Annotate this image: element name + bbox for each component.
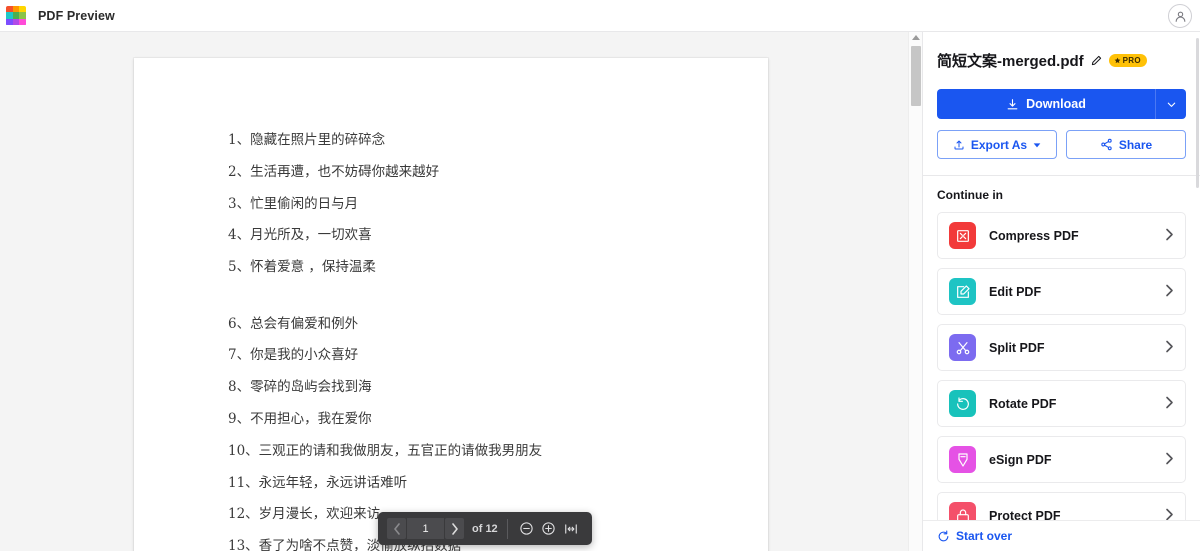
edit-pdf-icon	[949, 278, 976, 305]
tool-label: Split PDF	[989, 340, 1045, 355]
chevron-down-icon	[1167, 102, 1175, 107]
viewer-scrollbar[interactable]	[908, 32, 922, 551]
prev-page-button[interactable]	[387, 518, 406, 539]
tool-item-esign-pdf[interactable]: eSign PDF	[937, 436, 1186, 483]
pdf-text-line: 5、怀着爱意 ，保持温柔	[228, 259, 376, 276]
brand[interactable]: PDF Preview	[0, 5, 115, 26]
app-name: PDF Preview	[38, 8, 115, 23]
continue-in-label: Continue in	[937, 188, 1003, 202]
user-avatar-icon[interactable]	[1168, 4, 1192, 28]
start-over-link[interactable]: Start over	[956, 529, 1012, 543]
next-page-button[interactable]	[445, 518, 464, 539]
share-label: Share	[1118, 137, 1153, 152]
logo-cell	[12, 18, 20, 26]
scroll-up-arrow-icon[interactable]	[912, 35, 920, 40]
pdf-text-line: 9、不用担心，我在爱你	[228, 411, 372, 428]
pdf-text-line: 4、月光所及，一切欢喜	[228, 227, 372, 244]
pdf-text-line: 6、总会有偏爱和例外	[228, 315, 359, 332]
star-icon	[1114, 57, 1121, 64]
tool-label: eSign PDF	[989, 452, 1052, 467]
pencil-icon[interactable]	[1091, 55, 1102, 66]
tool-item-edit-pdf[interactable]: Edit PDF	[937, 268, 1186, 315]
zoom-out-icon	[520, 522, 533, 535]
top-bar: PDF Preview	[0, 0, 1200, 32]
download-options-button[interactable]	[1155, 89, 1186, 119]
pdf-text-line: 8、零碎的岛屿会找到海	[228, 379, 372, 396]
panel-header: 简短文案-merged.pdf PRO	[923, 32, 1200, 71]
zoom-in-icon	[542, 522, 555, 535]
panel-footer: Start over	[923, 520, 1200, 551]
compress-pdf-icon	[949, 222, 976, 249]
zoom-in-button[interactable]	[539, 519, 559, 539]
chevron-right-icon	[1165, 284, 1174, 300]
download-label: Download	[1026, 97, 1086, 111]
download-icon	[1007, 98, 1018, 109]
export-as-button[interactable]: Export As	[937, 130, 1057, 159]
pdf-text-line: 2、生活再遭，也不妨碍你越来越好	[228, 163, 440, 180]
scrollbar-thumb[interactable]	[911, 46, 921, 106]
avatar-glyph	[1175, 11, 1185, 22]
logo-cell	[19, 5, 26, 13]
tool-label: Compress PDF	[989, 228, 1079, 243]
pdf-text-line: 3、忙里偷闲的日与月	[228, 195, 359, 212]
pdf-text-line: 7、你是我的小众喜好	[228, 347, 359, 364]
pro-badge-label: PRO	[1122, 56, 1141, 65]
panel-scrollbar[interactable]	[1196, 38, 1199, 188]
pencil-glyph	[1091, 55, 1101, 66]
page-total-label: of 12	[472, 522, 498, 535]
secondary-actions: Export As Share	[937, 130, 1186, 159]
split-pdf-icon	[949, 334, 976, 361]
chevron-left-icon	[393, 522, 400, 535]
logo-cell	[19, 12, 26, 19]
fit-width-icon	[564, 523, 577, 534]
tool-label: Edit PDF	[989, 284, 1042, 299]
logo-cell	[19, 18, 26, 26]
export-as-label: Export As	[970, 137, 1028, 152]
pdf-text-line: 10、三观正的请和我做朋友，五官正的请做我男朋友	[228, 442, 543, 459]
right-panel: 简短文案-merged.pdf PRO Download Export As S…	[922, 32, 1200, 551]
chevron-right-icon	[1165, 396, 1174, 412]
pdf-page: 1、隐藏在照片里的碎碎念 2、生活再遭，也不妨碍你越来越好 3、忙里偷闲的日与月 4、…	[134, 58, 768, 551]
pro-badge: PRO	[1108, 54, 1147, 67]
chevron-right-icon	[451, 522, 458, 535]
pdf-text-block: 1、隐藏在照片里的碎碎念 2、生活再遭，也不妨碍你越来越好 3、忙里偷闲的日与月 4、…	[228, 132, 738, 551]
chevron-right-icon	[1165, 452, 1174, 468]
page-number-input[interactable]	[407, 518, 444, 539]
tool-item-split-pdf[interactable]: Split PDF	[937, 324, 1186, 371]
logo-cell	[6, 12, 13, 19]
chevron-right-icon	[1165, 228, 1174, 244]
document-title-row: 简短文案-merged.pdf PRO	[937, 50, 1186, 71]
tool-item-compress-pdf[interactable]: Compress PDF	[937, 212, 1186, 259]
pdf-viewer[interactable]: 1、隐藏在照片里的碎碎念 2、生活再遭，也不妨碍你越来越好 3、忙里偷闲的日与月 4、…	[0, 32, 922, 551]
download-button-group: Download	[937, 89, 1186, 119]
toolbar-divider	[506, 518, 508, 539]
document-title: 简短文案-merged.pdf	[937, 53, 1084, 70]
logo-cell	[6, 18, 13, 26]
logo-cell	[12, 12, 20, 19]
rotate-pdf-icon	[949, 390, 976, 417]
page-toolbar: of 12	[378, 512, 592, 545]
zoom-out-button[interactable]	[517, 519, 537, 539]
pdf-text-line: 11、永远年轻，永远讲话难听	[228, 474, 408, 491]
share-button[interactable]: Share	[1066, 130, 1186, 159]
fit-width-button[interactable]	[561, 519, 581, 539]
export-upload-icon	[954, 140, 964, 149]
tool-list: Compress PDF Edit PDF Split PDF Rotate PDF e…	[923, 212, 1200, 539]
restart-icon	[938, 530, 949, 541]
pdf-text-line: 1、隐藏在照片里的碎碎念	[228, 132, 386, 148]
download-button[interactable]: Download	[937, 89, 1155, 119]
logo-cell	[12, 5, 20, 13]
chevron-right-icon	[1165, 340, 1174, 356]
app-logo-icon	[6, 5, 26, 26]
tool-label: Rotate PDF	[989, 396, 1057, 411]
tool-item-rotate-pdf[interactable]: Rotate PDF	[937, 380, 1186, 427]
esign-pdf-icon	[949, 446, 976, 473]
caret-down-icon	[1033, 142, 1041, 147]
logo-cell	[6, 5, 13, 13]
share-nodes-icon	[1101, 138, 1112, 151]
